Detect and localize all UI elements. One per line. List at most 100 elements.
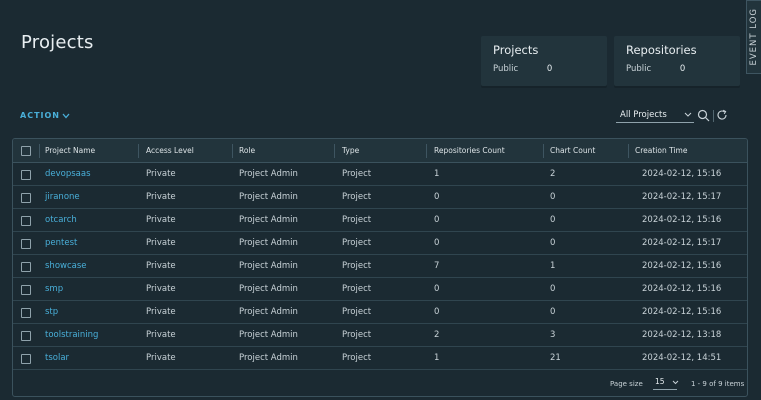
action-menu-button[interactable]: ACTION (20, 111, 70, 120)
table-row: toolstraining Private Project Admin Proj… (13, 324, 747, 347)
column-separator (543, 144, 544, 158)
column-separator (138, 144, 139, 158)
access-level-cell: Private (146, 192, 176, 202)
column-header-access-level[interactable]: Access Level (146, 139, 194, 163)
access-level-cell: Private (146, 169, 176, 179)
row-checkbox[interactable] (21, 285, 31, 295)
role-cell: Project Admin (239, 284, 298, 294)
table-row: devopsaas Private Project Admin Project … (13, 163, 747, 186)
table-row: smp Private Project Admin Project 0 0 20… (13, 278, 747, 301)
repositories-card-row: Public 0 (626, 64, 728, 74)
row-checkbox[interactable] (21, 308, 31, 318)
type-cell: Project (342, 307, 372, 317)
chevron-down-icon (684, 112, 692, 117)
role-cell: Project Admin (239, 192, 298, 202)
chart-count-cell: 21 (550, 353, 561, 363)
type-cell: Project (342, 353, 372, 363)
chart-count-cell: 0 (550, 215, 556, 225)
table-footer: Page size 15 1 - 9 of 9 items (13, 372, 747, 396)
projects-summary-card: Projects Public 0 (481, 36, 607, 86)
page-size-select[interactable]: 15 (653, 377, 679, 390)
item-count-text: 1 - 9 of 9 items (691, 380, 745, 388)
column-header-creation-time[interactable]: Creation Time (635, 139, 687, 163)
row-checkbox[interactable] (21, 262, 31, 272)
project-name-link[interactable]: pentest (45, 232, 77, 255)
page-size-label: Page size (610, 380, 643, 388)
role-cell: Project Admin (239, 307, 298, 317)
project-name-link[interactable]: smp (45, 278, 63, 301)
access-level-cell: Private (146, 330, 176, 340)
creation-time-cell: 2024-02-12, 15:16 (642, 215, 722, 225)
repositories-count-cell: 1 (434, 169, 440, 179)
creation-time-cell: 2024-02-12, 14:51 (642, 353, 722, 363)
project-name-link[interactable]: showcase (45, 255, 87, 278)
repositories-card-title: Repositories (626, 43, 697, 57)
project-filter-value: All Projects (620, 110, 667, 120)
creation-time-cell: 2024-02-12, 15:16 (642, 261, 722, 271)
column-separator (334, 144, 335, 158)
column-header-role[interactable]: Role (239, 139, 255, 163)
column-separator (628, 144, 629, 158)
column-header-project-name[interactable]: Project Name (45, 139, 95, 163)
project-name-link[interactable]: toolstraining (45, 324, 98, 347)
row-checkbox[interactable] (21, 354, 31, 364)
repositories-count-cell: 0 (434, 307, 440, 317)
column-header-chart-count[interactable]: Chart Count (550, 139, 595, 163)
project-name-link[interactable]: tsolar (45, 347, 69, 370)
projects-page: Projects Projects Public 0 Repositories … (0, 0, 761, 400)
column-header-repositories-count[interactable]: Repositories Count (434, 139, 505, 163)
column-separator (426, 144, 427, 158)
table-row: otcarch Private Project Admin Project 0 … (13, 209, 747, 232)
toolbar-divider (713, 110, 714, 122)
action-label: ACTION (20, 111, 60, 120)
role-cell: Project Admin (239, 169, 298, 179)
access-level-cell: Private (146, 215, 176, 225)
project-name-link[interactable]: stp (45, 301, 58, 324)
row-checkbox[interactable] (21, 331, 31, 341)
column-separator (232, 144, 233, 158)
select-all-checkbox[interactable] (21, 146, 31, 156)
role-cell: Project Admin (239, 215, 298, 225)
chevron-down-icon (62, 113, 70, 118)
repositories-count-cell: 0 (434, 192, 440, 202)
type-cell: Project (342, 215, 372, 225)
chart-count-cell: 0 (550, 238, 556, 248)
table-row: stp Private Project Admin Project 0 0 20… (13, 301, 747, 324)
type-cell: Project (342, 238, 372, 248)
project-name-link[interactable]: jiranone (45, 186, 80, 209)
access-level-cell: Private (146, 238, 176, 248)
creation-time-cell: 2024-02-12, 13:18 (642, 330, 722, 340)
chart-count-cell: 2 (550, 169, 556, 179)
projects-public-count: 0 (546, 64, 553, 74)
type-cell: Project (342, 330, 372, 340)
chart-count-cell: 3 (550, 330, 556, 340)
refresh-icon[interactable] (716, 109, 728, 121)
projects-public-label: Public (493, 64, 519, 74)
repositories-public-count: 0 (679, 64, 686, 74)
page-size-value: 15 (655, 377, 665, 386)
table-row: tsolar Private Project Admin Project 1 2… (13, 347, 747, 370)
event-log-label: EVENT LOG (749, 8, 759, 66)
access-level-cell: Private (146, 307, 176, 317)
row-checkbox[interactable] (21, 193, 31, 203)
role-cell: Project Admin (239, 353, 298, 363)
column-header-type[interactable]: Type (342, 139, 359, 163)
chart-count-cell: 0 (550, 307, 556, 317)
chart-count-cell: 0 (550, 192, 556, 202)
repositories-public-label: Public (626, 64, 652, 74)
table-row: showcase Private Project Admin Project 7… (13, 255, 747, 278)
repositories-count-cell: 1 (434, 353, 440, 363)
creation-time-cell: 2024-02-12, 15:17 (642, 192, 722, 202)
row-checkbox[interactable] (21, 170, 31, 180)
repositories-summary-card: Repositories Public 0 (614, 36, 740, 86)
row-checkbox[interactable] (21, 239, 31, 249)
creation-time-cell: 2024-02-12, 15:16 (642, 307, 722, 317)
project-name-link[interactable]: devopsaas (45, 163, 91, 186)
project-name-link[interactable]: otcarch (45, 209, 77, 232)
project-filter-select[interactable]: All Projects (616, 108, 694, 123)
event-log-tab[interactable]: EVENT LOG (746, 0, 761, 74)
role-cell: Project Admin (239, 261, 298, 271)
row-checkbox[interactable] (21, 216, 31, 226)
repositories-count-cell: 2 (434, 330, 440, 340)
search-icon[interactable] (697, 109, 710, 122)
